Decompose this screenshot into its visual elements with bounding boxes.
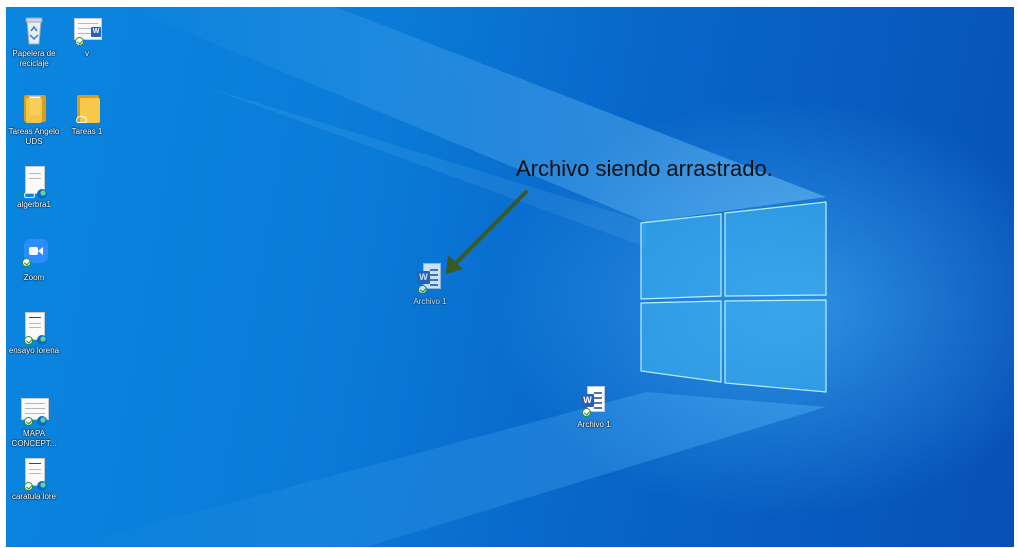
icon-label: ensayo lorena bbox=[8, 346, 60, 355]
desktop-icon-zoom[interactable]: Zoom bbox=[6, 237, 64, 283]
desktop-icon-algerbra1[interactable]: algerbra1 bbox=[6, 164, 64, 210]
icon-label: v bbox=[85, 49, 89, 58]
edge-app-icon bbox=[37, 481, 47, 491]
folder-icon bbox=[71, 91, 103, 125]
desktop-icon-mapa-concept[interactable]: MAPA CONCEPT... bbox=[6, 393, 64, 449]
windows-logo-pane-br bbox=[724, 299, 827, 393]
word-document-icon: W bbox=[71, 13, 103, 47]
pdf-document-icon bbox=[18, 393, 50, 427]
icon-label: Papelera de reciclaje bbox=[12, 49, 56, 68]
pdf-document-icon bbox=[18, 310, 50, 345]
sync-status-icon bbox=[418, 285, 427, 294]
desktop-icon-tareas-angelo[interactable]: Tareas Angelo UDS bbox=[6, 91, 64, 147]
dragged-file-archivo-1[interactable]: W Archivo 1 bbox=[400, 261, 460, 307]
wallpaper-beams bbox=[66, 7, 826, 547]
folder-icon bbox=[18, 91, 50, 125]
icon-label: MAPA CONCEPT... bbox=[11, 429, 57, 448]
icon-label: caratula lore bbox=[11, 492, 57, 501]
desktop-icon-recycle-bin[interactable]: Papelera de reciclaje bbox=[6, 13, 64, 69]
icon-label: algerbra1 bbox=[17, 200, 51, 209]
word-document-icon: W bbox=[414, 261, 446, 295]
sync-status-icon bbox=[24, 482, 33, 491]
icon-label: Tareas 1 bbox=[71, 127, 103, 136]
desktop-icon-tareas-1[interactable]: Tareas 1 bbox=[57, 91, 117, 137]
pdf-document-icon bbox=[18, 164, 50, 199]
pdf-document-icon bbox=[18, 456, 50, 491]
recycle-bin-icon bbox=[18, 13, 50, 47]
sync-status-icon bbox=[22, 258, 31, 267]
icon-label: Zoom bbox=[23, 273, 45, 282]
cloud-status-icon bbox=[24, 191, 35, 198]
sync-status-icon bbox=[24, 417, 33, 426]
annotation-text: Archivo siendo arrastrado. bbox=[516, 156, 773, 181]
edge-app-icon bbox=[37, 189, 47, 199]
edge-app-icon bbox=[37, 416, 47, 426]
zoom-icon bbox=[18, 237, 50, 271]
windows-logo-pane-tr bbox=[724, 201, 827, 297]
word-document-icon: W bbox=[578, 384, 610, 418]
icon-label: Tareas Angelo UDS bbox=[8, 127, 60, 146]
desktop-icon-ensayo-lorena[interactable]: ensayo lorena bbox=[6, 310, 64, 356]
sync-status-icon bbox=[24, 336, 33, 345]
icon-label: Archivo 1 bbox=[577, 420, 611, 429]
desktop-icon-archivo-1[interactable]: W Archivo 1 bbox=[564, 384, 624, 430]
desktop-icon-v[interactable]: W v bbox=[57, 13, 117, 59]
windows-logo-pane-bl bbox=[640, 300, 722, 383]
edge-app-icon bbox=[37, 335, 47, 345]
sync-status-icon bbox=[582, 408, 591, 417]
icon-label: Archivo 1 bbox=[413, 297, 447, 306]
desktop-icon-caratula-lore[interactable]: caratula lore bbox=[6, 456, 64, 502]
windows-logo bbox=[640, 201, 827, 393]
sync-status-icon bbox=[75, 37, 84, 46]
windows-logo-pane-tl bbox=[640, 213, 722, 300]
annotation-arrow-icon bbox=[446, 190, 528, 274]
desktop[interactable]: Papelera de reciclaje W v Tareas Angelo … bbox=[6, 7, 1014, 547]
cloud-status-icon bbox=[76, 116, 87, 123]
